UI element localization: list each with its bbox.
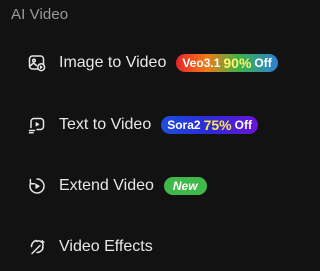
sora-discount-badge: Sora2 75% Off <box>161 116 258 134</box>
section-title: AI Video <box>11 6 69 23</box>
veo-discount-badge: Veo3.1 90% Off <box>176 54 278 72</box>
menu-item-extend-video[interactable]: Extend Video New <box>27 173 207 199</box>
menu-item-video-effects[interactable]: Video Effects <box>27 234 153 260</box>
image-to-video-icon <box>27 53 47 73</box>
menu-item-text-to-video[interactable]: Text to Video Sora2 75% Off <box>27 112 258 138</box>
menu-item-label: Image to Video <box>59 54 167 71</box>
badge-suffix: Off <box>254 56 272 70</box>
extend-video-icon <box>27 176 47 196</box>
new-badge: New <box>163 177 207 195</box>
menu-item-label: Extend Video <box>59 177 154 194</box>
badge-model: Sora2 <box>167 118 201 132</box>
badge-percent: 90% <box>223 55 252 71</box>
badge-model: Veo3.1 <box>182 56 221 70</box>
menu-item-label: Video Effects <box>59 238 153 255</box>
video-effects-icon <box>27 237 47 257</box>
menu-item-label: Text to Video <box>59 116 152 133</box>
badge-percent: 75% <box>203 117 232 133</box>
badge-suffix: Off <box>234 118 252 132</box>
text-to-video-icon <box>27 115 47 135</box>
menu-item-image-to-video[interactable]: Image to Video Veo3.1 90% Off <box>27 50 278 76</box>
